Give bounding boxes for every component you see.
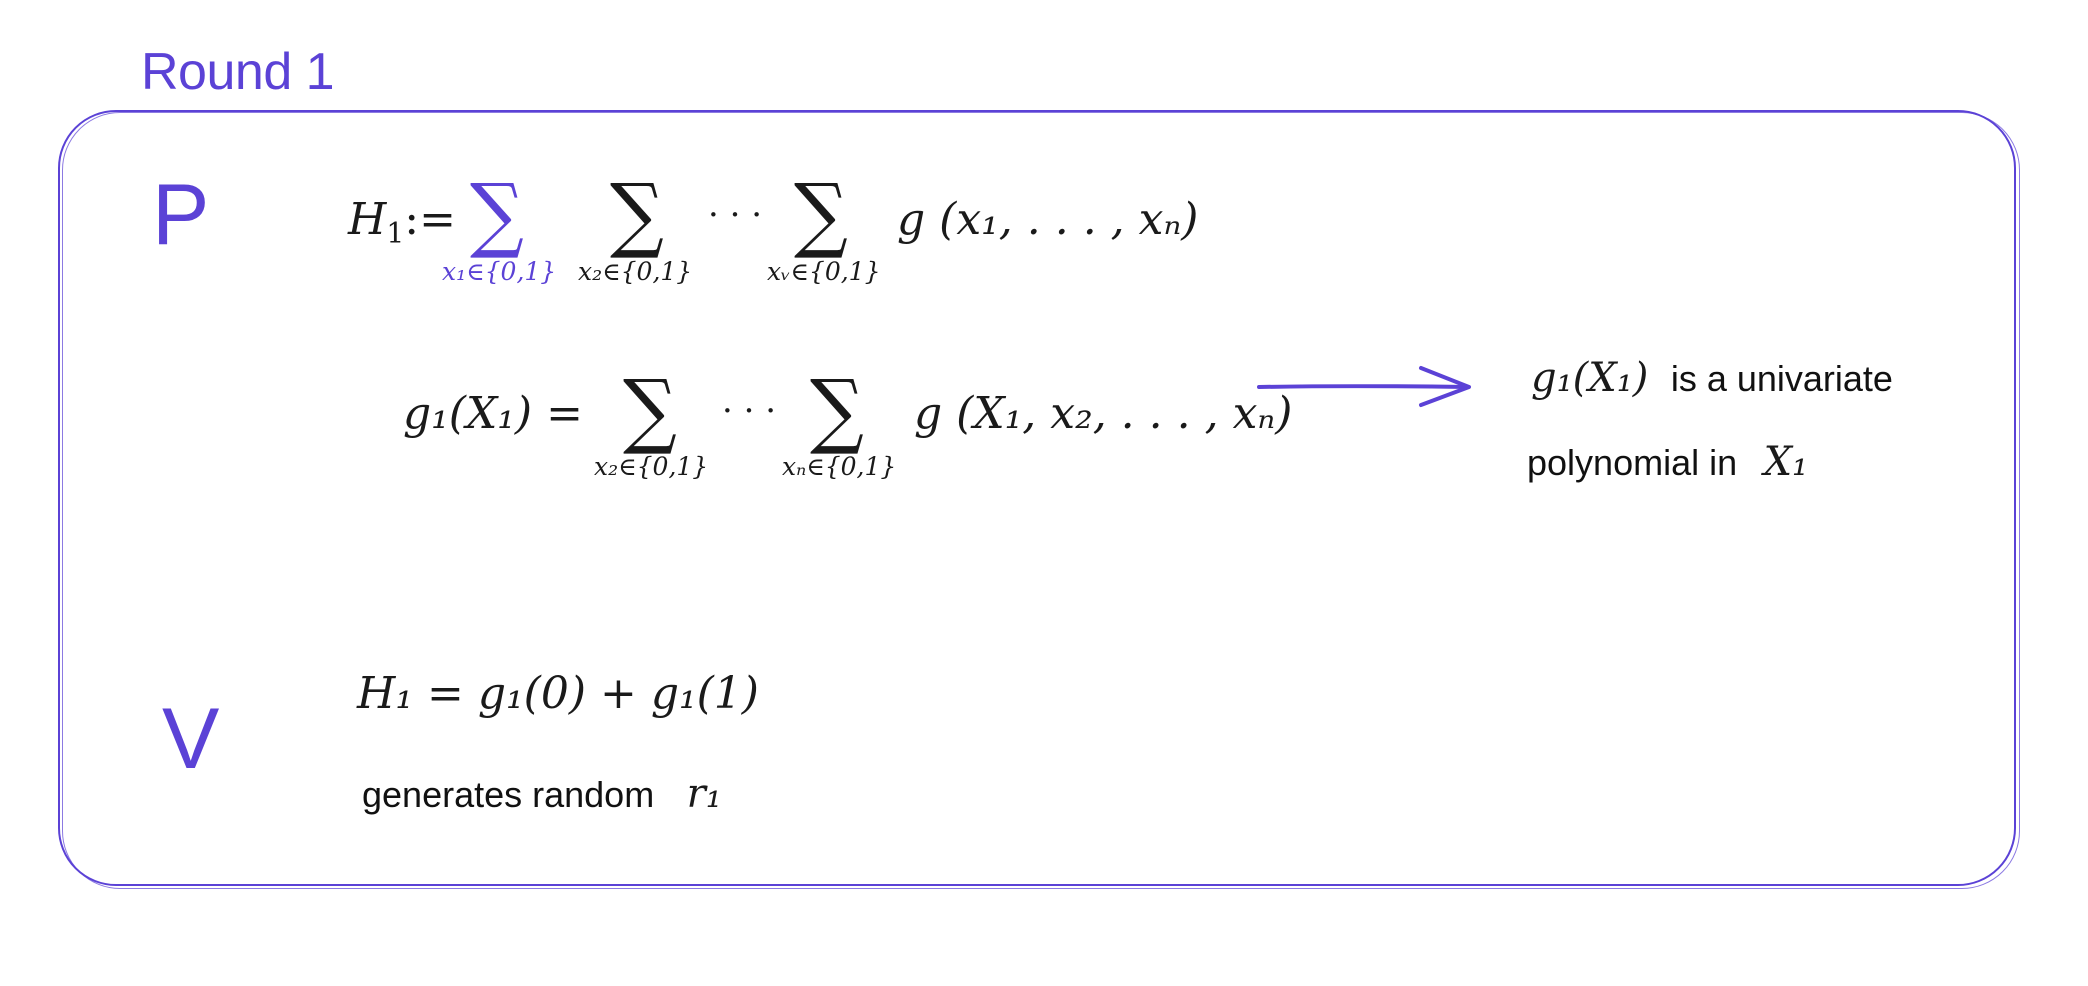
g1-lhs: g₁(X₁) = [403, 388, 583, 439]
h1-lhs: H1:= [348, 198, 456, 248]
h1-sum1-symbol: ∑ [470, 167, 524, 262]
annotation-text-line1: is a univariate [1670, 358, 1893, 399]
verifier-action: generates random r₁ [362, 774, 722, 815]
verifier-check-equation: H₁ = g₁(0) + g₁(1) [357, 668, 759, 719]
g1-dots: · · · [722, 391, 777, 431]
g1-sum1-limit: x₂∈{0,1} [594, 452, 709, 481]
h1-sum2-symbol: ∑ [610, 167, 664, 262]
round-title: Round 1 [141, 43, 335, 101]
h1-assign: := [404, 194, 456, 245]
univariate-annotation-line2: polynomial in X₁ [1527, 442, 1808, 483]
univariate-annotation: g₁(X₁) is a univariate [1531, 358, 1893, 399]
g1-sum1-symbol: ∑ [623, 363, 677, 458]
h1-dots: · · · [708, 195, 763, 235]
annotation-text-line2: polynomial in [1527, 442, 1738, 483]
g1-rhs: g (X₁, x₂, . . . , xₙ) [914, 388, 1293, 439]
h1-rhs: g (x₁, . . . , xₙ) [897, 194, 1199, 245]
h1-sum1-limit: x₁∈{0,1} [442, 257, 557, 286]
h1-lhs-subscript: 1 [386, 216, 405, 250]
verifier-action-text: generates random [362, 774, 655, 815]
h1-sum3-symbol: ∑ [794, 167, 848, 262]
verifier-random-r1: r₁ [686, 771, 722, 817]
prover-label: P [152, 167, 210, 263]
h1-sum2-limit: x₂∈{0,1} [578, 257, 693, 286]
arrow-right-icon [1257, 366, 1471, 407]
g1-sum2-limit: xₙ∈{0,1} [782, 452, 897, 481]
g1-sum2-symbol: ∑ [810, 363, 864, 458]
h1-lhs-symbol: H [348, 194, 387, 245]
verifier-label: V [162, 691, 220, 787]
annotation-g1-math: g₁(X₁) [1531, 355, 1649, 401]
annotation-x1-math: X₁ [1763, 439, 1809, 485]
h1-sum3-limit: xᵥ∈{0,1} [767, 257, 881, 286]
